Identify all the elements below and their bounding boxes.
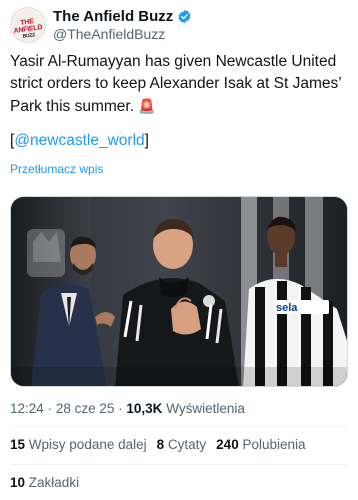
bookmarks-stat[interactable]: 10 Zakładki [10,475,79,490]
quotes-label: Cytaty [167,437,207,452]
avatar[interactable]: THE ANFIELD BUZZ [10,7,46,43]
verified-badge-icon [177,9,192,24]
shirt-sponsor-text: sela [276,302,298,314]
bracket-close: ] [144,132,149,149]
display-name[interactable]: The Anfield Buzz [53,8,173,25]
siren-emoji: 🚨 [138,98,156,114]
quotes-stat[interactable]: 8 Cytaty [157,437,207,452]
reposts-count: 15 [10,437,26,452]
post-time[interactable]: 12:24 [10,401,44,416]
club-crest-icon [27,229,65,277]
likes-count: 240 [216,437,239,452]
post-body: Yasir Al-Rumayyan has given Newcastle Un… [10,53,342,115]
views-count: 10,3K [126,401,163,416]
mention-line: [@newcastle_world] [10,132,149,150]
mention-link[interactable]: @newcastle_world [14,132,144,149]
bookmarks-label: Zakładki [28,475,80,490]
meta-separator: · [47,401,53,416]
divider [10,426,348,427]
crest-badge-icon [203,295,215,307]
quotes-count: 8 [156,437,165,452]
post-meta: 12:24 · 28 cze 25 · 10,3K Wyświetlenia [10,401,245,416]
author-handle[interactable]: @TheAnfieldBuzz [53,26,165,42]
likes-stat[interactable]: 240 Polubienia [216,437,305,452]
engagement-stats: 15 Wpisy podane dalej 8 Cytaty 240 Polubie… [10,437,316,452]
reposts-stat[interactable]: 15 Wpisy podane dalej [10,437,147,452]
post-date[interactable]: 28 cze 25 [56,401,115,416]
bookmarks-count: 10 [10,475,26,490]
name-row: The Anfield Buzz [53,7,192,25]
avatar-logo: THE ANFIELD BUZZ [11,17,45,42]
post-header: THE ANFIELD BUZZ The Anfield Buzz @TheAn… [10,7,348,47]
translate-post-link[interactable]: Przetłumacz wpis [10,162,103,176]
divider-2 [10,464,348,465]
post-image-illustration: sela [11,197,347,386]
meta-separator-2: · [118,401,123,416]
post-image[interactable]: sela [10,196,348,387]
post-text: Yasir Al-Rumayyan has given Newcastle Un… [10,51,350,118]
views-label: Wyświetlenia [166,401,245,416]
likes-label: Polubienia [242,437,306,452]
reposts-label: Wpisy podane dalej [28,437,147,452]
